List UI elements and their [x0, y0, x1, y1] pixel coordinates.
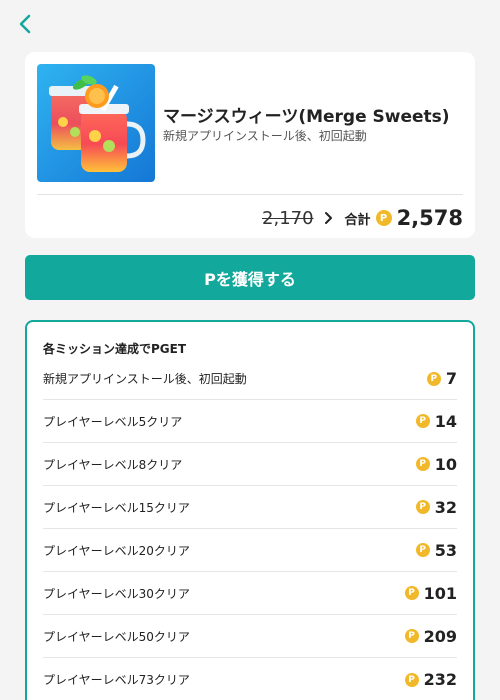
- mission-label: プレイヤーレベル73クリア: [43, 673, 190, 687]
- mission-label: プレイヤーレベル5クリア: [43, 414, 183, 429]
- mission-reward: P 209: [404, 626, 457, 646]
- mission-reward: P 14: [415, 411, 457, 431]
- total-value: 2,578: [396, 206, 463, 230]
- mission-points: 32: [434, 497, 457, 517]
- mission-row: 新規アプリインストール後、初回起動 P 7: [43, 358, 457, 400]
- price-row: 2,170 合計 P 2,578: [262, 202, 463, 234]
- app-title: マージスウィーツ(Merge Sweets): [163, 107, 450, 127]
- app-icon: [37, 64, 155, 182]
- mission-reward: P 10: [415, 454, 457, 474]
- mission-reward: P 7: [426, 369, 457, 388]
- mission-row: プレイヤーレベル5クリア P 14: [43, 400, 457, 443]
- mission-reward: P 32: [415, 497, 457, 517]
- mission-label: プレイヤーレベル30クリア: [43, 586, 190, 601]
- mission-row: プレイヤーレベル20クリア P 53: [43, 529, 457, 572]
- mission-heading: 各ミッション達成でPGET: [43, 342, 187, 356]
- point-coin-icon: P: [415, 457, 430, 471]
- chevron-left-icon: [19, 14, 31, 34]
- point-coin-icon: P: [426, 371, 441, 386]
- old-price: 2,170: [262, 207, 314, 229]
- mission-label: 新規アプリインストール後、初回起動: [43, 372, 247, 386]
- back-button[interactable]: [12, 10, 38, 38]
- point-coin-icon: P: [375, 210, 392, 226]
- mission-reward: P 232: [404, 670, 457, 689]
- mission-row: プレイヤーレベル73クリア P 232: [43, 658, 457, 700]
- mission-row: プレイヤーレベル50クリア P 209: [43, 615, 457, 658]
- divider: [37, 194, 463, 195]
- mission-points: 53: [434, 540, 457, 560]
- mission-label: プレイヤーレベル50クリア: [43, 629, 190, 644]
- mission-points: 209: [423, 626, 457, 646]
- total-label: 合計: [344, 212, 371, 228]
- mission-label: プレイヤーレベル20クリア: [43, 543, 190, 558]
- mission-row: プレイヤーレベル8クリア P 10: [43, 443, 457, 486]
- app-card: マージスウィーツ(Merge Sweets) 新規アプリインストール後、初回起動…: [25, 52, 475, 238]
- mission-label: プレイヤーレベル15クリア: [43, 500, 190, 515]
- mission-points: 232: [423, 670, 457, 689]
- mission-reward: P 53: [415, 540, 457, 560]
- point-coin-icon: P: [415, 500, 430, 514]
- app-subtitle: 新規アプリインストール後、初回起動: [163, 129, 367, 143]
- mission-list: 新規アプリインストール後、初回起動 P 7 プレイヤーレベル5クリア P 14 …: [43, 358, 457, 700]
- point-coin-icon: P: [404, 629, 419, 643]
- mission-points: 101: [423, 583, 457, 603]
- mission-label: プレイヤーレベル8クリア: [43, 457, 183, 472]
- mission-points: 10: [434, 454, 457, 474]
- point-coin-icon: P: [415, 543, 430, 557]
- mission-reward: P 101: [404, 583, 457, 603]
- mission-row: プレイヤーレベル30クリア P 101: [43, 572, 457, 615]
- mission-row: プレイヤーレベル15クリア P 32: [43, 486, 457, 529]
- mission-panel: 各ミッション達成でPGET 新規アプリインストール後、初回起動 P 7 プレイヤ…: [25, 320, 475, 700]
- point-coin-icon: P: [415, 414, 430, 428]
- point-coin-icon: P: [404, 672, 419, 687]
- get-points-button[interactable]: Pを獲得する: [25, 255, 475, 300]
- chevron-right-icon: [324, 211, 333, 225]
- point-coin-icon: P: [404, 586, 419, 600]
- mission-points: 7: [445, 369, 457, 388]
- mission-points: 14: [434, 411, 457, 431]
